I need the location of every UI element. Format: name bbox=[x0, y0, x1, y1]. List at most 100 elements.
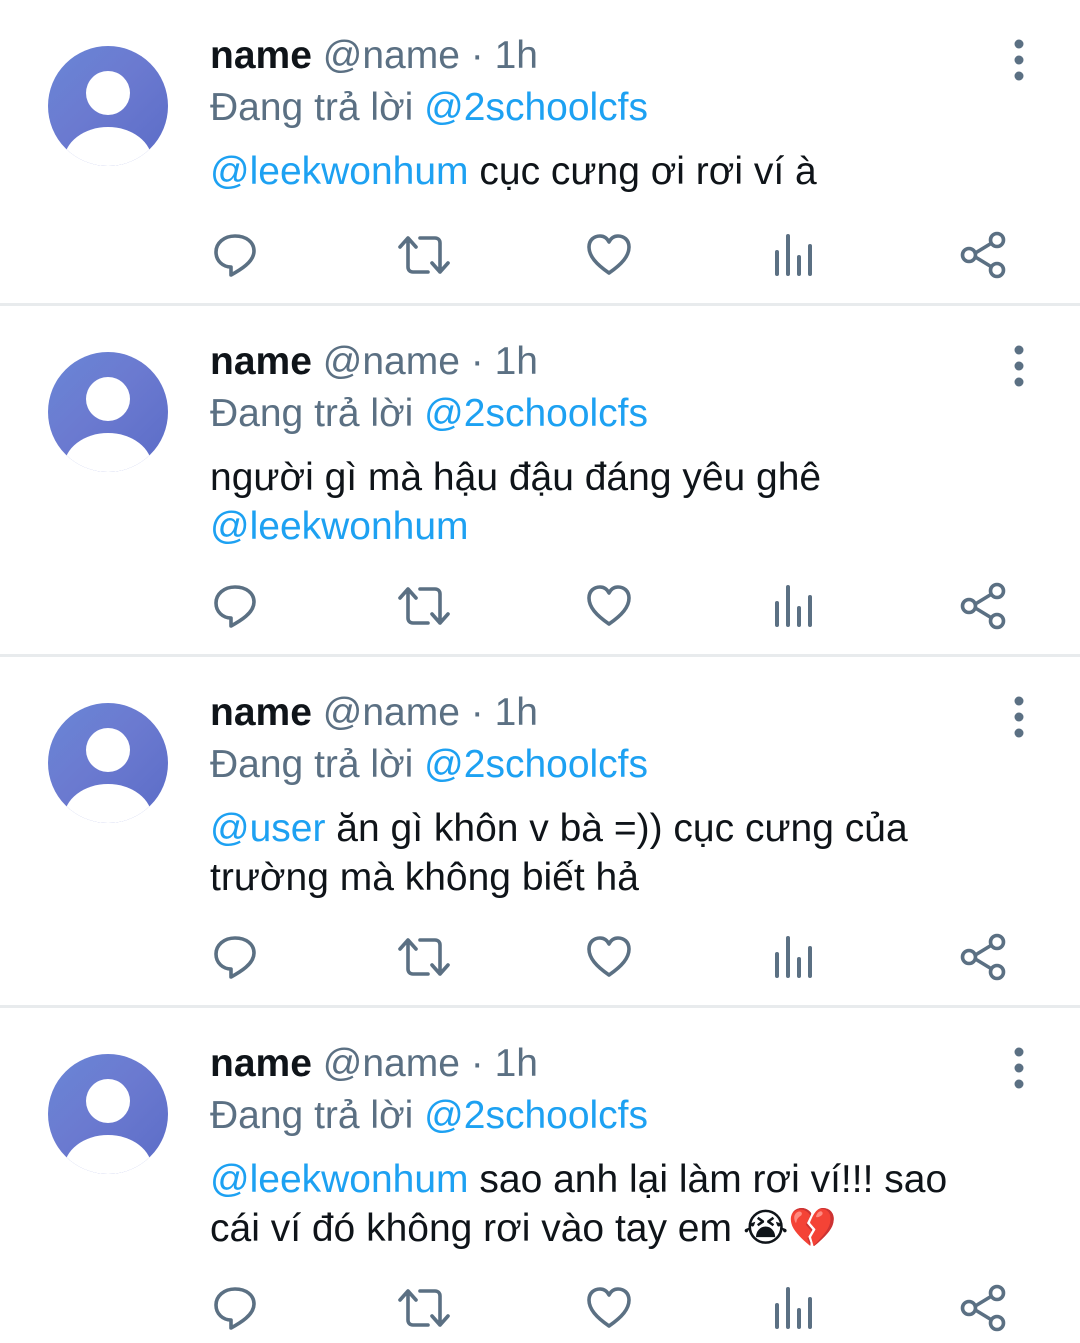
reply-to-mention[interactable]: @2schoolcfs bbox=[424, 392, 648, 435]
avatar[interactable] bbox=[48, 46, 168, 166]
tweet-content: name @name · 1h Đang trả lời @2schoolcfs… bbox=[210, 336, 990, 551]
like-icon bbox=[587, 585, 631, 626]
user-handle[interactable]: @name bbox=[323, 340, 460, 383]
timestamp[interactable]: 1h bbox=[495, 1042, 538, 1085]
timestamp[interactable]: 1h bbox=[495, 691, 538, 734]
reply-icon bbox=[214, 936, 256, 979]
tweet-header: name @name · 1h bbox=[210, 336, 990, 388]
tweet-actions bbox=[210, 1280, 1008, 1336]
tweet-text: @user ăn gì khôn v bà =)) cục cưng của t… bbox=[210, 804, 990, 902]
more-options-icon bbox=[1014, 696, 1024, 738]
retweet-icon bbox=[398, 1289, 450, 1327]
retweet-icon bbox=[398, 236, 450, 274]
default-avatar-icon bbox=[64, 377, 152, 472]
separator-dot: · bbox=[470, 691, 484, 734]
tweet-actions bbox=[210, 578, 1008, 634]
tweet[interactable]: name @name · 1h Đang trả lời @2schoolcfs… bbox=[0, 0, 1080, 306]
analytics-icon bbox=[775, 1287, 812, 1329]
share-button[interactable] bbox=[955, 929, 1011, 985]
reply-icon bbox=[214, 234, 256, 277]
analytics-button[interactable] bbox=[766, 929, 822, 985]
reply-to-mention[interactable]: @2schoolcfs bbox=[424, 743, 648, 786]
mention-link[interactable]: @leekwonhum bbox=[210, 150, 469, 193]
tweet-header: name @name · 1h bbox=[210, 1038, 990, 1090]
analytics-icon bbox=[775, 936, 812, 978]
user-handle[interactable]: @name bbox=[323, 1042, 460, 1085]
display-name[interactable]: name bbox=[210, 340, 312, 383]
reply-button[interactable] bbox=[207, 578, 263, 634]
like-button[interactable] bbox=[581, 227, 637, 283]
reply-button[interactable] bbox=[207, 227, 263, 283]
like-button[interactable] bbox=[581, 1280, 637, 1336]
more-options-icon bbox=[1014, 39, 1024, 81]
retweet-icon bbox=[398, 587, 450, 625]
avatar[interactable] bbox=[48, 703, 168, 823]
retweet-button[interactable] bbox=[396, 578, 452, 634]
tweet-content: name @name · 1h Đang trả lời @2schoolcfs… bbox=[210, 687, 990, 902]
share-button[interactable] bbox=[955, 1280, 1011, 1336]
reply-button[interactable] bbox=[207, 929, 263, 985]
tweet[interactable]: name @name · 1h Đang trả lời @2schoolcfs… bbox=[0, 657, 1080, 1008]
share-icon bbox=[960, 1284, 1006, 1332]
avatar[interactable] bbox=[48, 352, 168, 472]
reply-to-mention[interactable]: @2schoolcfs bbox=[424, 1094, 648, 1137]
like-button[interactable] bbox=[581, 578, 637, 634]
analytics-button[interactable] bbox=[766, 578, 822, 634]
default-avatar-icon bbox=[64, 728, 152, 823]
tweet[interactable]: name @name · 1h Đang trả lời @2schoolcfs… bbox=[0, 1008, 1080, 1343]
reply-button[interactable] bbox=[207, 1280, 263, 1336]
reply-prefix: Đang trả lời bbox=[210, 743, 414, 786]
mention-link[interactable]: @leekwonhum bbox=[210, 505, 469, 548]
more-options-button[interactable] bbox=[1004, 1046, 1034, 1090]
separator-dot: · bbox=[470, 34, 484, 77]
tweet-content: name @name · 1h Đang trả lời @2schoolcfs… bbox=[210, 1038, 990, 1253]
more-options-button[interactable] bbox=[1004, 695, 1034, 739]
analytics-icon bbox=[775, 234, 812, 276]
share-icon bbox=[960, 582, 1006, 630]
retweet-button[interactable] bbox=[396, 1280, 452, 1336]
retweet-button[interactable] bbox=[396, 227, 452, 283]
share-button[interactable] bbox=[955, 227, 1011, 283]
display-name[interactable]: name bbox=[210, 1042, 312, 1085]
reply-prefix: Đang trả lời bbox=[210, 86, 414, 129]
tweet-text: @leekwonhum sao anh lại làm rơi ví!!! sa… bbox=[210, 1155, 990, 1253]
analytics-button[interactable] bbox=[766, 1280, 822, 1336]
avatar[interactable] bbox=[48, 1054, 168, 1174]
tweet[interactable]: name @name · 1h Đang trả lời @2schoolcfs… bbox=[0, 306, 1080, 657]
analytics-button[interactable] bbox=[766, 227, 822, 283]
tweet-header: name @name · 1h bbox=[210, 687, 990, 739]
reply-context: Đang trả lời @2schoolcfs bbox=[210, 739, 990, 791]
share-icon bbox=[960, 231, 1006, 279]
display-name[interactable]: name bbox=[210, 691, 312, 734]
tweet-content: name @name · 1h Đang trả lời @2schoolcfs… bbox=[210, 30, 990, 196]
display-name[interactable]: name bbox=[210, 34, 312, 77]
reply-context: Đang trả lời @2schoolcfs bbox=[210, 1090, 990, 1142]
tweet-actions bbox=[210, 227, 1008, 283]
share-icon bbox=[960, 933, 1006, 981]
user-handle[interactable]: @name bbox=[323, 34, 460, 77]
tweet-text: @leekwonhum cục cưng ơi rơi ví à bbox=[210, 147, 990, 196]
timestamp[interactable]: 1h bbox=[495, 34, 538, 77]
more-options-icon bbox=[1014, 345, 1024, 387]
default-avatar-icon bbox=[64, 1079, 152, 1174]
reply-context: Đang trả lời @2schoolcfs bbox=[210, 82, 990, 134]
like-icon bbox=[587, 234, 631, 275]
share-button[interactable] bbox=[955, 578, 1011, 634]
tweet-text-segment: cục cưng ơi rơi ví à bbox=[468, 150, 817, 193]
tweet-actions bbox=[210, 929, 1008, 985]
tweet-feed: name @name · 1h Đang trả lời @2schoolcfs… bbox=[0, 0, 1080, 1343]
retweet-icon bbox=[398, 938, 450, 976]
like-button[interactable] bbox=[581, 929, 637, 985]
user-handle[interactable]: @name bbox=[323, 691, 460, 734]
mention-link[interactable]: @leekwonhum bbox=[210, 1158, 469, 1201]
tweet-text: người gì mà hậu đậu đáng yêu ghê @leekwo… bbox=[210, 453, 990, 551]
timestamp[interactable]: 1h bbox=[495, 340, 538, 383]
reply-to-mention[interactable]: @2schoolcfs bbox=[424, 86, 648, 129]
more-options-button[interactable] bbox=[1004, 38, 1034, 82]
tweet-text-segment: người gì mà hậu đậu đáng yêu ghê bbox=[210, 456, 822, 499]
default-avatar-icon bbox=[64, 71, 152, 166]
more-options-button[interactable] bbox=[1004, 344, 1034, 388]
retweet-button[interactable] bbox=[396, 929, 452, 985]
like-icon bbox=[587, 936, 631, 977]
mention-link[interactable]: @user bbox=[210, 807, 325, 850]
